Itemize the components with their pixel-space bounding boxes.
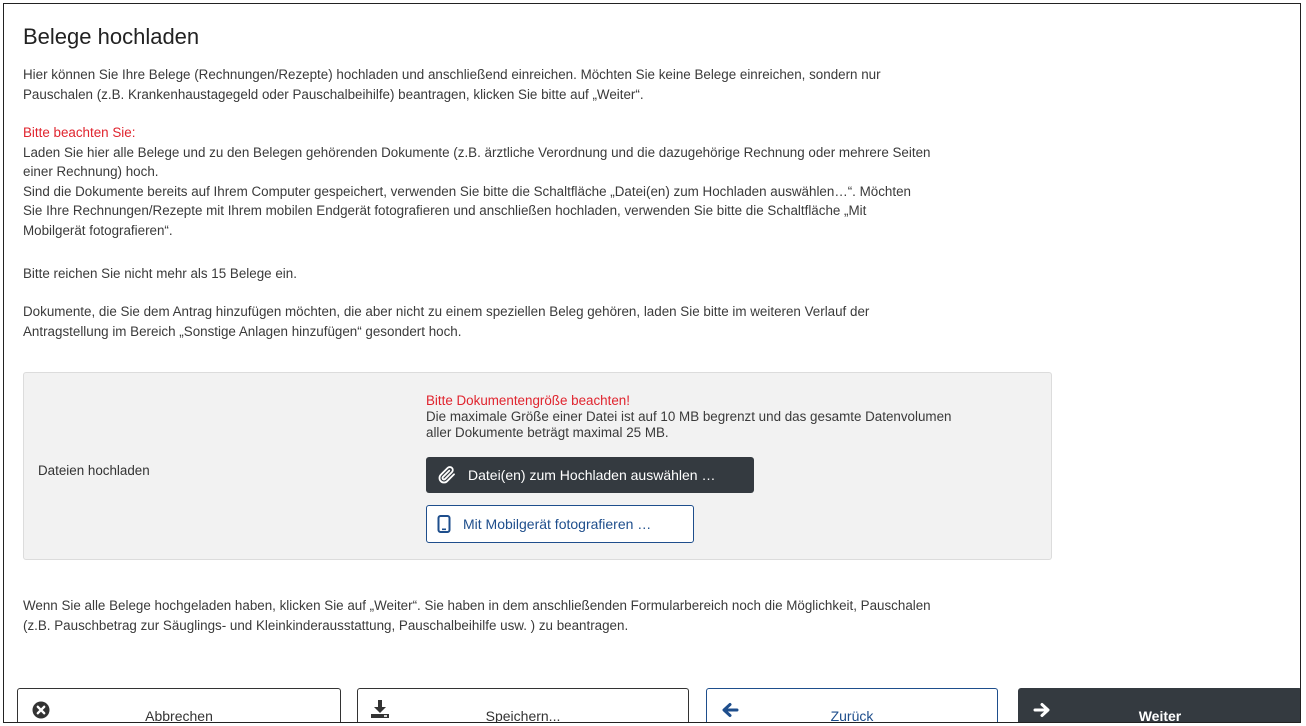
- mobile-photo-button[interactable]: Mit Mobilgerät fotografieren …: [426, 505, 694, 543]
- intro-text: Hier können Sie Ihre Belege (Rechnungen/…: [23, 65, 1063, 104]
- limit-text: Bitte reichen Sie nicht mehr als 15 Bele…: [23, 264, 1063, 284]
- mobile-photo-label: Mit Mobilgerät fotografieren …: [463, 516, 652, 532]
- next-button[interactable]: Weiter: [1018, 688, 1300, 723]
- page-title: Belege hochladen: [23, 24, 200, 49]
- footer-line-1: Wenn Sie alle Belege hochgeladen haben, …: [23, 598, 931, 613]
- notice-line-3: Sind die Dokumente bereits auf Ihrem Com…: [23, 183, 911, 199]
- other-docs-line-1: Dokumente, die Sie dem Antrag hinzufügen…: [23, 304, 870, 319]
- notice-line-5: Mobilgerät fotografieren“.: [23, 222, 173, 238]
- intro-line-1: Hier können Sie Ihre Belege (Rechnungen/…: [23, 67, 881, 82]
- footer-line-2: (z.B. Pauschbetrag zur Säuglings- und Kl…: [23, 617, 629, 633]
- mobile-phone-icon: [437, 515, 451, 533]
- limit-line: Bitte reichen Sie nicht mehr als 15 Bele…: [23, 266, 297, 281]
- upload-info: Bitte Dokumentengröße beachten! Die maxi…: [426, 393, 1046, 441]
- intro-line-2: Pauschalen (z.B. Krankenhaustagegeld ode…: [23, 86, 644, 102]
- back-label: Zurück: [830, 708, 874, 723]
- upload-panel: Dateien hochladen Bitte Dokumentengröße …: [23, 372, 1052, 560]
- cancel-button[interactable]: Abbrechen: [17, 688, 341, 723]
- save-button[interactable]: Speichern...: [357, 688, 689, 723]
- notice-block: Bitte beachten Sie: Laden Sie hier alle …: [23, 123, 1063, 240]
- notice-heading: Bitte beachten Sie:: [23, 125, 136, 140]
- select-files-label: Datei(en) zum Hochladen auswählen …: [468, 467, 716, 483]
- upload-info-line-1: Die maximale Größe einer Datei ist auf 1…: [426, 409, 952, 424]
- next-label: Weiter: [1138, 708, 1182, 723]
- save-label: Speichern...: [485, 708, 561, 723]
- back-button[interactable]: Zurück: [706, 688, 998, 723]
- footer-text: Wenn Sie alle Belege hochgeladen haben, …: [23, 596, 1063, 635]
- upload-warning: Bitte Dokumentengröße beachten!: [426, 393, 630, 408]
- notice-line-2: einer Rechnung) hoch.: [23, 164, 159, 179]
- other-docs-line-2: Antragstellung im Bereich „Sonstige Anla…: [23, 323, 462, 339]
- upload-info-line-2: aller Dokumente beträgt maximal 25 MB.: [426, 425, 669, 440]
- notice-line-4: Sie Ihre Rechnungen/Rezepte mit Ihrem mo…: [23, 203, 867, 218]
- page-frame: Belege hochladen Hier können Sie Ihre Be…: [3, 3, 1301, 723]
- other-docs-text: Dokumente, die Sie dem Antrag hinzufügen…: [23, 302, 1063, 341]
- notice-line-1: Laden Sie hier alle Belege und zu den Be…: [23, 144, 931, 160]
- select-files-button[interactable]: Datei(en) zum Hochladen auswählen …: [426, 457, 754, 493]
- paperclip-icon: [438, 466, 456, 484]
- upload-label: Dateien hochladen: [38, 463, 150, 478]
- cancel-label: Abbrechen: [145, 708, 213, 723]
